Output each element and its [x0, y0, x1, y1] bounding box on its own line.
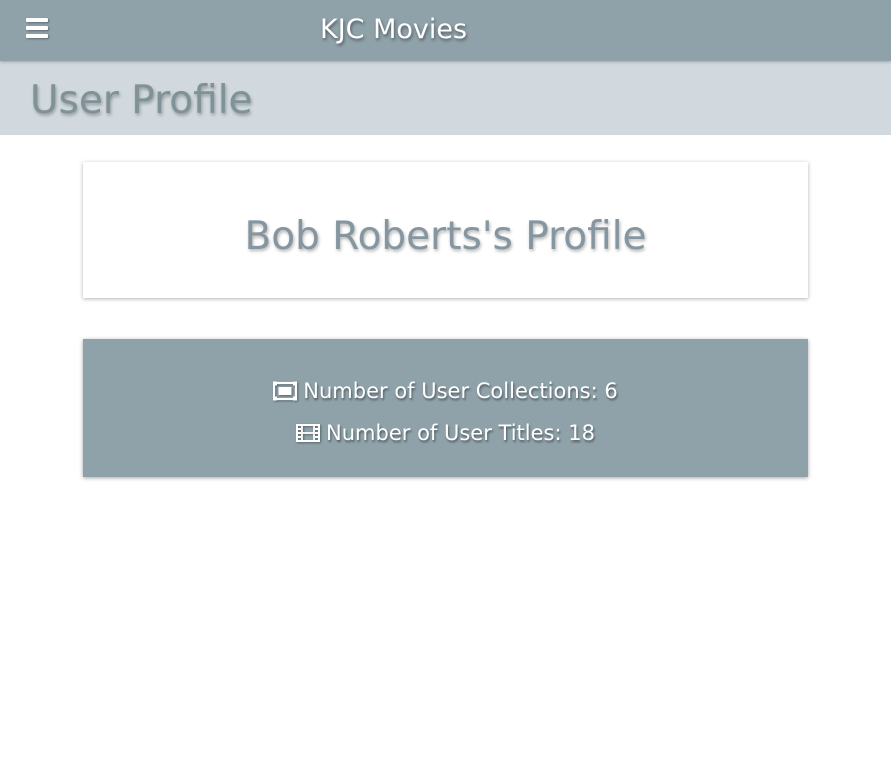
- profile-heading: Bob Roberts's Profile: [244, 214, 647, 259]
- user-stats-card: Number of User Collections: 6 Number of …: [83, 339, 808, 477]
- hamburger-menu-icon[interactable]: [26, 17, 48, 39]
- user-collections-label: Number of User Collections: 6: [303, 379, 618, 403]
- film-icon: [296, 424, 321, 442]
- menu-bar: [26, 34, 48, 38]
- menu-bar: [26, 26, 48, 30]
- app-title[interactable]: KJC Movies: [320, 12, 467, 48]
- menu-bar: [26, 18, 48, 22]
- profile-card: Bob Roberts's Profile: [83, 162, 808, 298]
- user-titles-label: Number of User Titles: 18: [326, 421, 595, 445]
- user-titles-stat: Number of User Titles: 18: [83, 419, 808, 447]
- collection-frame-icon: [273, 381, 298, 401]
- top-navbar: KJC Movies: [0, 0, 891, 61]
- page-header: User Profile: [0, 61, 891, 135]
- user-collections-stat: Number of User Collections: 6: [83, 377, 808, 405]
- page-title: User Profile: [30, 78, 253, 123]
